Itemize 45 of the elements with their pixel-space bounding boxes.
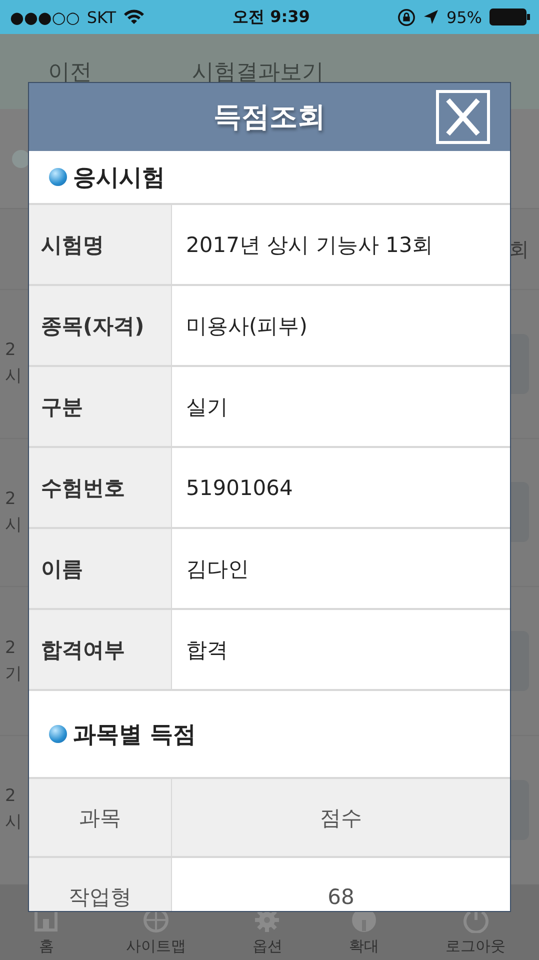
table-cell: 작업형 [29,858,172,911]
field-label: 구분 [29,367,172,446]
clock-time: 오전 9:39 [232,6,310,28]
field-value: 김다인 [185,556,250,582]
signal-strength: ●●●○○ [10,8,80,26]
tab-label[interactable]: 확대 [349,937,380,956]
section-heading: 응시시험 [73,164,165,192]
field-value: 합격 [185,636,229,664]
dialog-title: 득점조회 [214,99,326,135]
battery-percentage: 95% [446,8,482,26]
result-date: 2 [5,340,17,360]
tab-label[interactable]: 홈 [38,937,54,956]
table-header-cell: 회 [509,236,529,263]
result-name: 시 [5,811,22,834]
bullet-icon [49,725,67,743]
field-value: 2017년 상시 기능사 13회 [185,232,434,258]
page-title: 시험결과보기 [192,58,324,87]
field-value: 미용사(피부) [185,312,308,340]
column-header: 점수 [172,779,510,856]
carrier-name: SKT [86,8,116,26]
location-arrow-icon [423,9,440,25]
bullet-icon [49,168,67,186]
column-header: 과목 [29,779,172,856]
tab-label[interactable]: 옵션 [252,937,282,956]
field-value: 51901064 [185,474,294,502]
result-name: 시 [5,365,22,388]
result-name: 기 [5,662,22,685]
field-label: 종목(자격) [29,286,172,365]
field-label: 시험명 [29,205,172,284]
rotation-lock-icon [397,8,416,26]
wifi-icon [123,9,145,25]
table-cell-text: 68 [326,884,356,910]
field-label: 이름 [29,529,172,608]
result-date: 2 [5,638,17,658]
field-value: 실기 [185,394,229,420]
tab-label[interactable]: 사이트맵 [126,937,186,956]
result-name: 시 [5,514,22,536]
result-date: 2 [5,488,17,509]
section-heading: 과목별 득점 [73,720,196,750]
battery-icon [489,8,531,26]
field-label: 합격여부 [29,610,172,689]
tab-label[interactable]: 로그아웃 [446,937,506,956]
close-icon[interactable] [436,90,490,144]
result-date: 2 [5,786,17,806]
field-label: 수험번호 [29,448,172,527]
